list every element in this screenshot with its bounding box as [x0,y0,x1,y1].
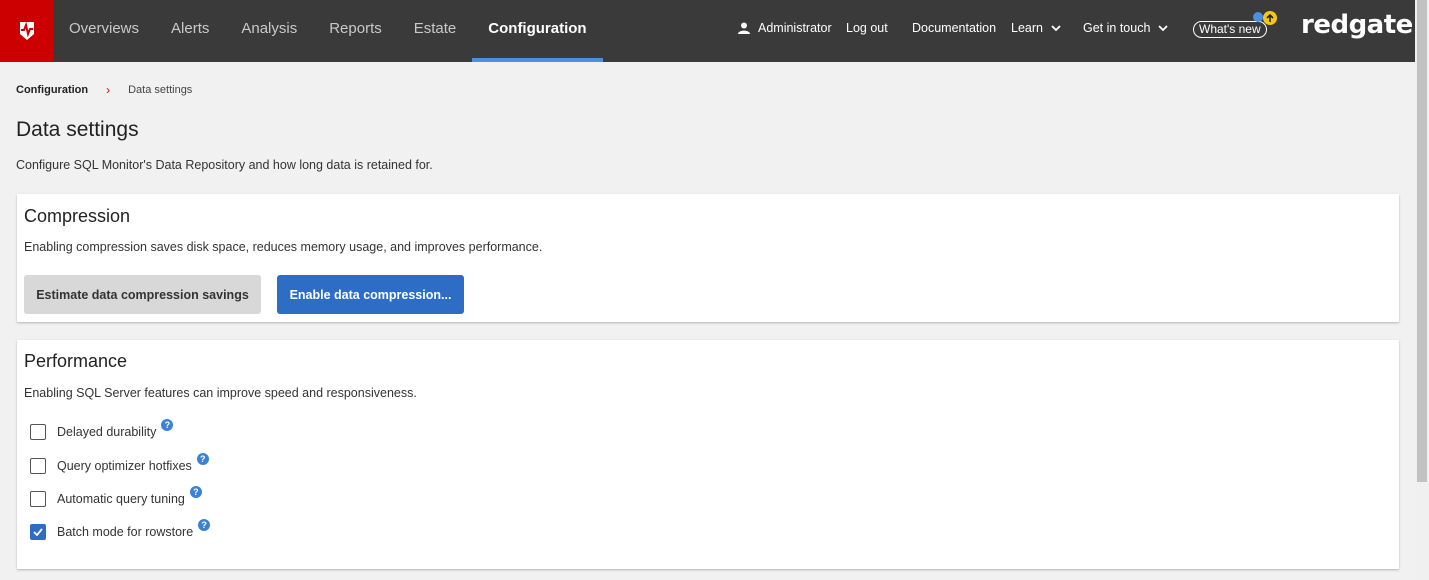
batch-mode-rowstore-checkbox[interactable] [30,524,46,540]
option-label: Delayed durability [57,425,157,439]
user-icon [738,22,750,34]
documentation-link[interactable]: Documentation [912,21,996,35]
nav-configuration[interactable]: Configuration [472,0,603,62]
chevron-down-icon [1158,24,1169,31]
whats-new-button[interactable]: What's new [1193,21,1267,38]
user-name: Administrator [758,21,832,35]
option-label: Batch mode for rowstore [57,525,194,539]
query-optimizer-hotfixes-checkbox[interactable] [30,458,46,474]
option-automatic-query-tuning[interactable]: Automatic query tuning ? [30,486,202,507]
breadcrumb-current: Data settings [128,84,193,96]
arrow-up-icon [1266,13,1274,22]
main-nav: Overviews Alerts Analysis Reports Estate… [53,0,603,62]
nav-analysis[interactable]: Analysis [225,0,313,62]
compression-card: Compression Enabling compression saves d… [17,194,1399,322]
scrollbar-thumb[interactable] [1417,0,1427,482]
breadcrumb-separator-icon: › [106,83,111,97]
estimate-compression-button[interactable]: Estimate data compression savings [24,275,261,314]
get-in-touch-menu[interactable]: Get in touch [1083,21,1169,35]
breadcrumb-configuration[interactable]: Configuration [16,84,88,96]
help-icon[interactable]: ? [161,419,174,431]
learn-menu[interactable]: Learn [1011,21,1061,35]
top-navigation-bar: Overviews Alerts Analysis Reports Estate… [0,0,1415,62]
performance-title: Performance [24,351,128,371]
help-icon[interactable]: ? [189,486,202,498]
performance-description: Enabling SQL Server features can improve… [24,386,417,400]
compression-title: Compression [24,206,131,226]
nav-estate[interactable]: Estate [398,0,473,62]
user-menu[interactable]: Administrator [738,21,832,35]
option-delayed-durability[interactable]: Delayed durability ? [30,419,174,440]
nav-alerts[interactable]: Alerts [155,0,225,62]
page-description: Configure SQL Monitor's Data Repository … [16,158,433,172]
sql-monitor-logo[interactable] [0,0,53,62]
checkmark-icon [33,528,43,536]
enable-compression-button[interactable]: Enable data compression... [277,275,464,314]
compression-description: Enabling compression saves disk space, r… [24,240,543,254]
logout-link[interactable]: Log out [846,21,888,35]
help-icon[interactable]: ? [196,453,209,465]
notification-dot [1253,12,1263,22]
get-in-touch-label: Get in touch [1083,21,1151,35]
performance-card: Performance Enabling SQL Server features… [17,340,1399,569]
redgate-logo[interactable]: redgate [1301,10,1413,40]
option-label: Automatic query tuning [57,492,185,506]
help-icon[interactable]: ? [198,519,211,531]
page-scrollbar[interactable] [1415,0,1429,580]
option-query-optimizer-hotfixes[interactable]: Query optimizer hotfixes ? [30,453,209,474]
page-title: Data settings [16,118,139,141]
automatic-query-tuning-checkbox[interactable] [30,491,46,507]
monitor-pulse-icon [19,21,34,40]
chevron-down-icon [1051,24,1061,31]
nav-reports[interactable]: Reports [313,0,398,62]
learn-label: Learn [1011,21,1043,35]
delayed-durability-checkbox[interactable] [30,424,46,440]
option-label: Query optimizer hotfixes [57,459,192,473]
update-arrow-icon[interactable] [1263,11,1277,25]
option-batch-mode-rowstore[interactable]: Batch mode for rowstore ? [30,519,211,540]
nav-overviews[interactable]: Overviews [53,0,155,62]
breadcrumb: Configuration › Data settings [16,83,192,97]
